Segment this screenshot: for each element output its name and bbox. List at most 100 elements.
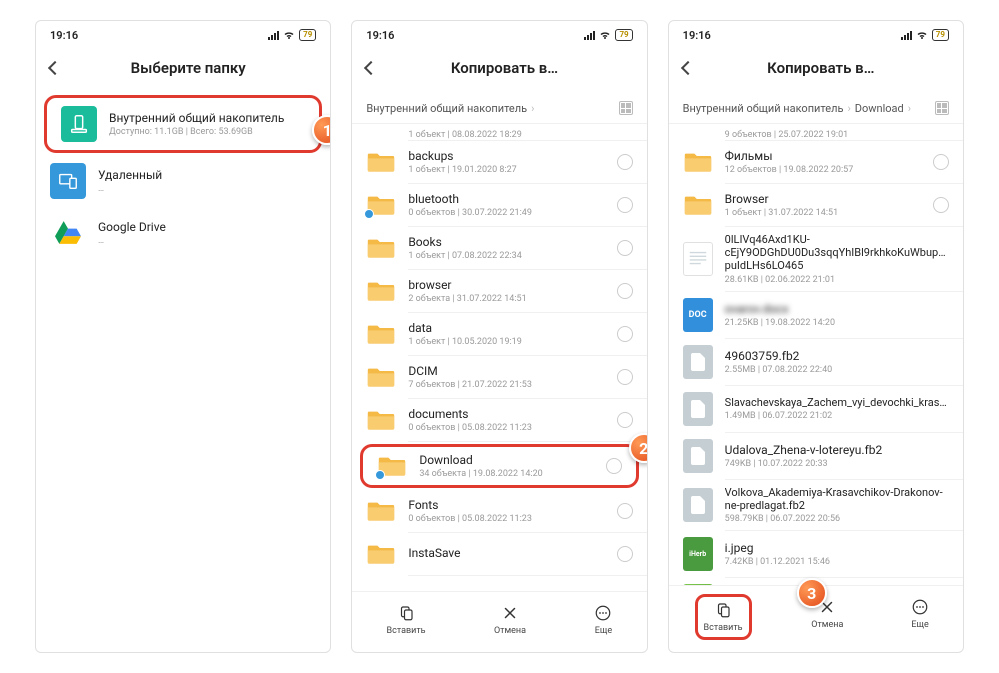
text-file-icon xyxy=(683,242,713,276)
folder-icon xyxy=(366,193,396,217)
folder-row[interactable]: Fonts 0 объектов | 05.08.2022 11:23 xyxy=(352,490,646,532)
view-grid-icon[interactable] xyxy=(619,101,633,115)
status-bar: 19:16 79 xyxy=(352,21,646,49)
storage-gdrive[interactable]: Google Drive … xyxy=(36,207,330,259)
radio-select[interactable] xyxy=(933,154,949,170)
file-row[interactable]: Udalova_Zhena-v-lotereyu.fb2 749KB | 10.… xyxy=(669,433,963,479)
remote-title: Удаленный xyxy=(98,168,316,182)
folder-row[interactable]: InstaSave xyxy=(352,533,646,575)
header-item-sub: 1 объект | 08.08.2022 18:29 xyxy=(352,126,646,140)
clock: 19:16 xyxy=(50,29,78,42)
file-row[interactable]: iHerb i.jpeg 7.42KB | 01.12.2021 15:46 xyxy=(669,531,963,577)
page-title: Копировать в… xyxy=(693,59,949,77)
chevron-right-icon: › xyxy=(908,102,911,115)
paste-label: Вставить xyxy=(704,623,743,633)
radio-select[interactable] xyxy=(617,369,633,385)
breadcrumb[interactable]: Внутренний общий накопитель › Download › xyxy=(669,93,963,123)
folder-row[interactable]: browser 2 объекта | 31.07.2022 14:51 xyxy=(352,270,646,312)
file-row[interactable]: 49603759.fb2 2.55MB | 07.08.2022 22:40 xyxy=(669,339,963,385)
signal-icon xyxy=(901,31,912,40)
signal-icon xyxy=(584,31,595,40)
step-badge-3: 3 xyxy=(797,578,827,608)
paste-button[interactable]: Вставить xyxy=(695,594,752,640)
radio-select[interactable] xyxy=(617,503,633,519)
radio-select[interactable] xyxy=(617,546,633,562)
folder-icon xyxy=(366,322,396,346)
radio-select[interactable] xyxy=(617,154,633,170)
view-grid-icon[interactable] xyxy=(935,101,949,115)
battery-indicator: 79 xyxy=(299,29,316,41)
file-name: 0lLIVq46Axd1KU-cEjY9ODGhDU0Du3sqqYhIBl9r… xyxy=(725,233,949,273)
file-meta: 1.49MB | 06.07.2022 21:02 xyxy=(725,411,949,421)
folder-meta: 2 объекта | 31.07.2022 14:51 xyxy=(408,294,604,304)
sync-icon xyxy=(375,470,385,480)
storage-icon xyxy=(61,106,97,142)
folder-icon xyxy=(366,236,396,260)
folder-row[interactable]: data 1 объект | 10.05.2020 19:19 xyxy=(352,313,646,355)
more-icon xyxy=(911,598,929,616)
breadcrumb-segment[interactable]: Внутренний общий накопитель xyxy=(366,102,527,115)
cancel-button[interactable]: Отмена xyxy=(486,600,534,640)
cancel-label: Отмена xyxy=(494,626,526,636)
file-row[interactable]: DOC ovarov.docx 21.25KB | 19.08.2022 14:… xyxy=(669,292,963,338)
folder-icon xyxy=(366,279,396,303)
folder-row[interactable]: documents 0 объектов | 05.08.2022 11:23 xyxy=(352,399,646,441)
bottom-bar: Вставить Отмена Еще xyxy=(352,591,646,652)
clock: 19:16 xyxy=(683,29,711,42)
header: Копировать в… xyxy=(352,49,646,93)
folder-row[interactable]: bluetooth 0 объектов | 30.07.2022 21:49 xyxy=(352,184,646,226)
file-row[interactable]: 0lLIVq46Axd1KU-cEjY9ODGhDU0Du3sqqYhIBl9r… xyxy=(669,227,963,291)
file-meta: 749KB | 10.07.2022 20:33 xyxy=(725,459,949,469)
file-row[interactable]: Volkova_Akademiya-Krasavchikov-Drakonov-… xyxy=(669,480,963,530)
folder-icon xyxy=(366,365,396,389)
folder-meta: 34 объекта | 19.08.2022 14:20 xyxy=(419,469,593,479)
breadcrumb[interactable]: Внутренний общий накопитель › xyxy=(352,93,646,123)
storage-list: Внутренний общий накопитель Доступно: 11… xyxy=(36,93,330,652)
header-item-sub: 9 объектов | 25.07.2022 19:01 xyxy=(669,126,963,140)
image-thumb-icon: iHerb xyxy=(683,537,713,571)
folder-row[interactable]: Browser 1 объект | 31.07.2022 14:51 xyxy=(669,184,963,226)
radio-select[interactable] xyxy=(617,197,633,213)
storage-sub: Доступно: 11.1GB | Всего: 53.69GB xyxy=(109,127,305,137)
folder-name: Download xyxy=(419,453,593,467)
radio-select[interactable] xyxy=(933,197,949,213)
folder-row[interactable]: Download 34 объекта | 19.08.2022 14:20 xyxy=(360,444,638,488)
folder-meta: 1 объект | 07.08.2022 22:34 xyxy=(408,251,604,261)
radio-select[interactable] xyxy=(617,412,633,428)
screen-2: 19:16 79 Копировать в… Внутренний общий … xyxy=(351,20,647,653)
folder-row[interactable]: Books 1 объект | 07.08.2022 22:34 xyxy=(352,227,646,269)
folder-icon xyxy=(377,454,407,478)
more-button[interactable]: Еще xyxy=(586,600,620,640)
folder-name: Books xyxy=(408,235,604,249)
folder-name: Fonts xyxy=(408,498,604,512)
gdrive-sub: … xyxy=(98,236,316,246)
storage-remote[interactable]: Удаленный … xyxy=(36,155,330,207)
sync-icon xyxy=(364,209,374,219)
radio-select[interactable] xyxy=(617,326,633,342)
image-thumb-icon xyxy=(683,584,713,585)
folder-meta: 0 объектов | 30.07.2022 21:49 xyxy=(408,208,604,218)
folder-row[interactable]: DCIM 7 объектов | 21.07.2022 21:53 xyxy=(352,356,646,398)
radio-select[interactable] xyxy=(617,240,633,256)
file-list: Фильмы 12 объектов | 19.08.2022 20:57 Br… xyxy=(669,141,963,585)
folder-row[interactable]: backups 1 объект | 19.01.2020 8:27 xyxy=(352,141,646,183)
more-label: Еще xyxy=(595,626,612,636)
radio-select[interactable] xyxy=(617,283,633,299)
storage-internal[interactable]: Внутренний общий накопитель Доступно: 11… xyxy=(44,95,322,153)
storage-title: Внутренний общий накопитель xyxy=(109,111,305,125)
file-name: i.jpeg xyxy=(725,541,949,555)
paste-button[interactable]: Вставить xyxy=(379,600,434,640)
radio-select[interactable] xyxy=(606,458,622,474)
clock: 19:16 xyxy=(366,29,394,42)
folder-icon xyxy=(683,150,713,174)
more-icon xyxy=(594,604,612,622)
file-row[interactable]: Slavachevskaya_Zachem_vyi_devochki_krasi… xyxy=(669,386,963,432)
paste-icon xyxy=(714,601,732,619)
breadcrumb-segment[interactable]: Внутренний общий накопитель xyxy=(683,102,844,115)
folder-name: browser xyxy=(408,278,604,292)
breadcrumb-segment[interactable]: Download xyxy=(855,102,904,115)
wifi-icon xyxy=(599,29,611,41)
more-button[interactable]: Еще xyxy=(903,594,937,640)
folder-row[interactable]: Фильмы 12 объектов | 19.08.2022 20:57 xyxy=(669,141,963,183)
file-icon xyxy=(683,488,713,522)
